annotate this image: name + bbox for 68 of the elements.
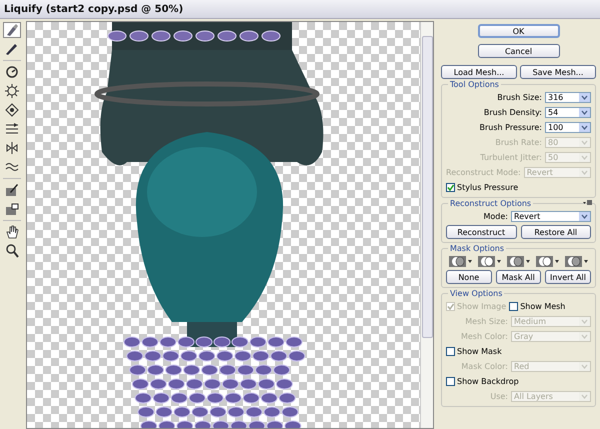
field-label: Mesh Size: xyxy=(465,317,508,326)
caret-icon xyxy=(579,153,590,162)
caret-icon xyxy=(579,108,590,117)
hand-icon xyxy=(4,224,20,240)
checkbox-label: Show Image xyxy=(457,302,506,311)
checkbox-label: Stylus Pressure xyxy=(457,183,518,192)
checkbox[interactable] xyxy=(446,347,455,356)
tool-button[interactable] xyxy=(3,102,21,118)
save-mesh-button[interactable]: Save Mesh... xyxy=(520,65,596,79)
field-label: Mesh Color: xyxy=(460,332,508,341)
mask-mode-icon[interactable] xyxy=(448,256,472,267)
invert-all-button[interactable]: Invert All xyxy=(545,270,592,284)
caret-icon xyxy=(579,212,590,221)
caret-icon xyxy=(579,332,590,341)
field-label: Brush Density: xyxy=(484,108,542,117)
field-label: Brush Size: xyxy=(497,93,542,102)
tool-button[interactable] xyxy=(3,22,21,38)
field-label: Turbulent Jitter: xyxy=(480,153,542,162)
section-title: View Options xyxy=(448,289,504,298)
none-button[interactable]: None xyxy=(446,270,492,284)
caret-icon xyxy=(579,317,590,326)
reconstruct-button[interactable]: Reconstruct xyxy=(446,225,516,239)
mask-mode-icon[interactable] xyxy=(564,256,588,267)
scrollbar-thumb[interactable] xyxy=(422,36,432,338)
window-title: Liquify (start2 copy.psd @ 50%) xyxy=(4,4,184,14)
brush-icon xyxy=(4,22,20,38)
dropdown[interactable]: 100 xyxy=(545,122,591,133)
checkbox[interactable] xyxy=(446,377,455,386)
checkbox[interactable] xyxy=(509,302,518,311)
checkbox-label: Show Mesh xyxy=(520,302,566,311)
mask-all-button[interactable]: Mask All xyxy=(496,270,542,284)
dropdown[interactable]: 54 xyxy=(545,107,591,118)
caret-icon xyxy=(579,168,590,177)
panel-menu-icon[interactable] xyxy=(583,200,592,206)
section-title: Mask Options xyxy=(448,244,506,253)
caret-icon xyxy=(579,123,590,132)
field-label: Brush Pressure: xyxy=(480,123,542,132)
erase-mask-icon xyxy=(4,201,20,217)
mirror-icon xyxy=(4,140,20,156)
load-mesh-button[interactable]: Load Mesh... xyxy=(441,65,517,79)
checkbox[interactable] xyxy=(446,183,455,192)
tool-button[interactable] xyxy=(3,201,21,217)
checkbox-label: Show Backdrop xyxy=(457,377,519,386)
search-icon xyxy=(4,243,20,259)
caret-icon xyxy=(579,362,590,371)
caret-icon xyxy=(579,392,590,401)
caret-icon xyxy=(579,93,590,102)
restore-all-button[interactable]: Restore All xyxy=(520,225,591,239)
caret-icon xyxy=(579,138,590,147)
paint-mask-icon xyxy=(4,182,20,198)
field-label: Reconstruct Mode: xyxy=(446,168,521,177)
brush-icon xyxy=(4,41,20,57)
dropdown[interactable]: 316 xyxy=(545,92,591,103)
checkbox-label: Show Mask xyxy=(457,347,502,356)
diamond-icon xyxy=(4,102,20,118)
ok-button[interactable]: OK xyxy=(478,24,560,38)
mask-mode-icon[interactable] xyxy=(536,256,560,267)
section-title: Tool Options xyxy=(448,80,501,89)
field-label: Use: xyxy=(490,392,508,401)
mask-mode-icon[interactable] xyxy=(506,256,530,267)
field-label: Mode: xyxy=(484,212,508,221)
section-title: Reconstruct Options xyxy=(448,199,534,208)
dropdown[interactable]: Revert xyxy=(511,211,591,222)
mask-mode-icon[interactable] xyxy=(478,256,502,267)
field-label: Brush Rate: xyxy=(495,138,542,147)
tool-button[interactable] xyxy=(3,182,21,198)
cancel-button[interactable]: Cancel xyxy=(478,44,560,58)
field-label: Mask Color: xyxy=(461,362,508,371)
